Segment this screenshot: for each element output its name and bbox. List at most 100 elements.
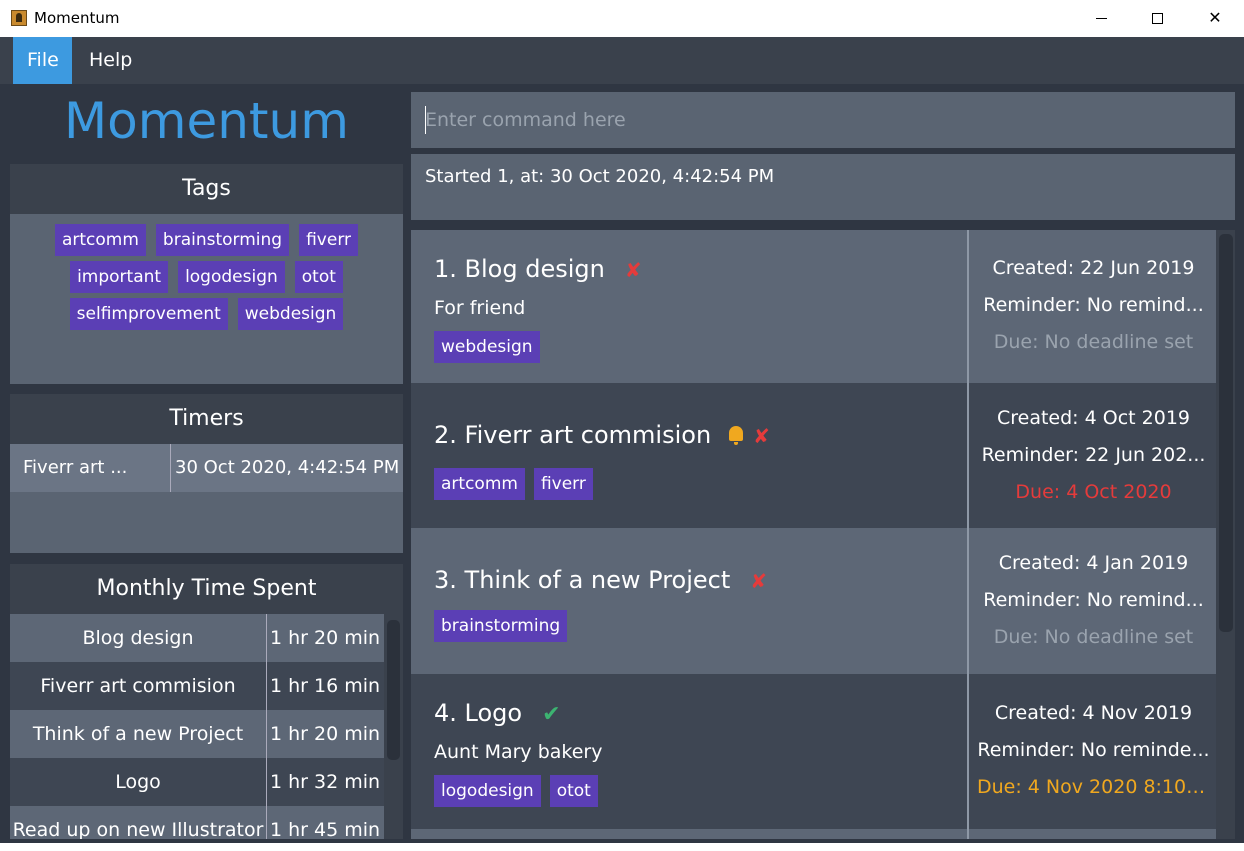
timer-row[interactable]: Fiverr art ... 30 Oct 2020, 4:42:54 PM — [10, 444, 403, 492]
check-icon: ✔ — [542, 702, 561, 727]
tag-list: artcomm brainstorming fiverr important logod… — [10, 214, 403, 330]
task-tag-chip[interactable]: logodesign — [434, 775, 541, 807]
task-created-date: Created: 22 Jun 2019 — [992, 257, 1195, 279]
monthly-row[interactable]: Read up on new Illustrator 1 hr 45 min — [10, 806, 403, 839]
monthly-scrollbar-thumb[interactable] — [387, 620, 400, 760]
command-box — [411, 92, 1235, 148]
task-description: For friend — [434, 297, 526, 319]
tag-chip[interactable]: fiverr — [299, 224, 359, 256]
task-tag-chip[interactable]: webdesign — [434, 331, 540, 363]
maximize-icon — [1151, 13, 1163, 24]
app-logo: Momentum — [64, 92, 349, 150]
task-card-details: Created: 22 Jun 2019 Reminder: No remind.… — [971, 230, 1216, 383]
result-display: Started 1, at: 30 Oct 2020, 4:42:54 PM — [411, 154, 1235, 220]
tag-chip[interactable]: otot — [294, 261, 343, 293]
task-created-date: Created: 4 Nov 2019 — [994, 702, 1193, 724]
command-input[interactable] — [411, 92, 1235, 148]
app-icon — [11, 10, 27, 26]
task-name: 4. Logo — [434, 699, 523, 727]
monthly-time-value: 1 hr 20 min — [270, 723, 381, 745]
cross-icon: ✘ — [750, 569, 768, 593]
task-list-scrollbar-thumb[interactable] — [1219, 234, 1233, 632]
tag-chip[interactable]: logodesign — [178, 261, 285, 293]
menu-file[interactable]: File — [13, 37, 72, 84]
monthly-task-name: Read up on new Illustrator — [10, 806, 267, 839]
result-text: Started 1, at: 30 Oct 2020, 4:42:54 PM — [425, 166, 775, 187]
monthly-panel-title: Monthly Time Spent — [10, 564, 403, 614]
task-tag-chip[interactable]: otot — [549, 775, 598, 807]
tags-panel: Tags artcomm brainstorming fiverr important… — [10, 164, 403, 384]
task-card-details: Created: 4 Nov 2019 Reminder: No reminde.… — [971, 674, 1216, 829]
task-name: 1. Blog design — [434, 255, 605, 283]
task-title-row: 2. Fiverr art commision ✘ — [434, 421, 770, 449]
task-list-scrollbar[interactable] — [1216, 230, 1235, 839]
task-title-row: 4. Logo ✔ — [434, 699, 561, 727]
monthly-time-value: 1 hr 20 min — [270, 627, 381, 649]
monthly-task-name: Fiverr art commision — [10, 662, 267, 710]
maximize-button[interactable] — [1128, 0, 1186, 37]
task-card-details: Created: 4 Oct 2019 Reminder: 22 Jun 202.… — [971, 383, 1216, 528]
task-tag-list: artcomm fiverr — [434, 468, 593, 500]
monthly-row[interactable]: Logo 1 hr 32 min — [10, 758, 403, 806]
task-reminder: Reminder: No reminde... — [977, 739, 1210, 761]
monthly-row[interactable]: Blog design 1 hr 20 min — [10, 614, 403, 662]
task-title-row: 1. Blog design ✘ — [434, 255, 642, 283]
task-reminder: Reminder: No remind... — [983, 294, 1204, 316]
menu-bar: File Help — [0, 37, 1244, 84]
cross-icon: ✘ — [624, 258, 642, 282]
timer-start-time: 30 Oct 2020, 4:42:54 PM — [175, 457, 400, 478]
window-title: Momentum — [34, 9, 120, 27]
tag-chip[interactable]: webdesign — [237, 298, 344, 330]
task-card-main: 3. Think of a new Project ✘ brainstorming — [411, 528, 969, 674]
task-name: 3. Think of a new Project — [434, 566, 731, 594]
task-name: 2. Fiverr art commision — [434, 421, 712, 449]
monthly-row[interactable]: Think of a new Project 1 hr 20 min — [10, 710, 403, 758]
monthly-row[interactable]: Fiverr art commision 1 hr 16 min — [10, 662, 403, 710]
task-description: Aunt Mary bakery — [434, 741, 603, 763]
task-reminder: Reminder: No remind... — [983, 589, 1204, 611]
tag-chip[interactable]: artcomm — [54, 224, 146, 256]
window-titlebar: Momentum ✕ — [0, 0, 1244, 37]
task-list: 1. Blog design ✘ For friend webdesign Create… — [411, 230, 1235, 839]
monthly-scrollbar[interactable] — [384, 614, 403, 839]
task-tag-chip[interactable]: brainstorming — [434, 610, 568, 642]
tag-chip[interactable]: brainstorming — [155, 224, 290, 256]
task-due-date: Due: 4 Nov 2020 8:10:... — [977, 776, 1211, 798]
tags-panel-title: Tags — [10, 164, 403, 214]
task-card-main: 4. Logo ✔ Aunt Mary bakery logodesign otot — [411, 674, 969, 829]
task-tag-list: brainstorming — [434, 610, 568, 642]
bell-icon — [729, 426, 744, 445]
task-title-row: 3. Think of a new Project ✘ — [434, 566, 767, 594]
task-card-details: Created: 4 Jan 2019 Reminder: No remind..… — [971, 528, 1216, 674]
task-due-date: Due: No deadline set — [993, 626, 1194, 648]
tag-chip[interactable]: selfimprovement — [69, 298, 228, 330]
task-tag-list: webdesign — [434, 331, 540, 363]
window-bottom-edge — [0, 843, 1244, 851]
task-card[interactable]: 3. Think of a new Project ✘ brainstorming C… — [411, 528, 1216, 674]
task-tag-list: logodesign otot — [434, 775, 598, 807]
task-tag-chip[interactable]: artcomm — [434, 468, 525, 500]
minimize-button[interactable] — [1072, 0, 1130, 37]
monthly-task-name: Blog design — [10, 614, 267, 662]
monthly-task-name: Think of a new Project — [10, 710, 267, 758]
monthly-time-value: 1 hr 32 min — [270, 771, 381, 793]
monthly-task-name: Logo — [10, 758, 267, 806]
task-card-main: 2. Fiverr art commision ✘ artcomm fiverr — [411, 383, 969, 528]
task-tag-chip[interactable]: fiverr — [533, 468, 593, 500]
task-card[interactable]: 1. Blog design ✘ For friend webdesign Create… — [411, 230, 1216, 383]
monthly-time-value: 1 hr 45 min — [270, 819, 381, 839]
task-due-date: Due: No deadline set — [993, 331, 1194, 353]
monthly-table: Blog design 1 hr 20 min Fiverr art commisi… — [10, 614, 403, 839]
tag-chip[interactable]: important — [70, 261, 169, 293]
task-reminder: Reminder: 22 Jun 202... — [981, 444, 1206, 466]
task-due-date: Due: 4 Oct 2020 — [1015, 481, 1172, 503]
text-caret — [425, 106, 426, 134]
task-card[interactable]: 4. Logo ✔ Aunt Mary bakery logodesign otot Cr… — [411, 674, 1216, 829]
task-card-main: 1. Blog design ✘ For friend webdesign — [411, 230, 969, 383]
main-area: Momentum Tags artcomm brainstorming fiverr… — [0, 84, 1244, 851]
task-card[interactable] — [411, 829, 1216, 839]
menu-help[interactable]: Help — [75, 37, 146, 84]
task-card[interactable]: 2. Fiverr art commision ✘ artcomm fiverr Cre… — [411, 383, 1216, 528]
close-button[interactable]: ✕ — [1186, 0, 1244, 37]
minimize-icon — [1095, 18, 1107, 19]
